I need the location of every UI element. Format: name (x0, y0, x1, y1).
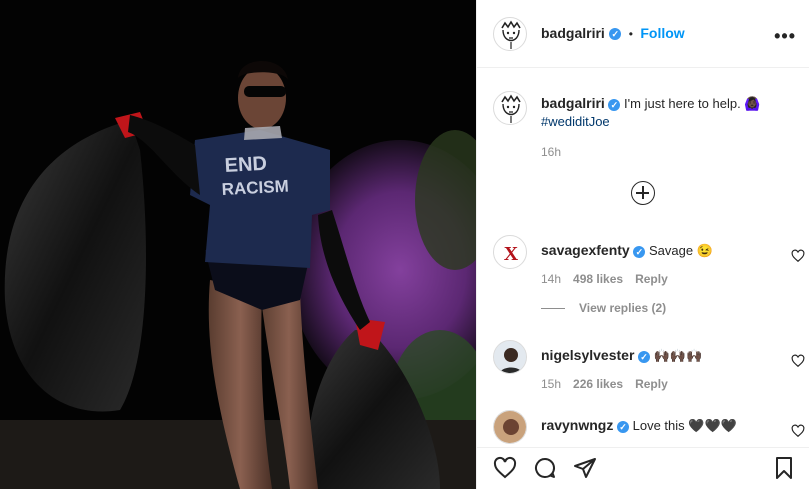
like-comment-heart-icon[interactable] (791, 354, 805, 368)
caption-avatar[interactable] (493, 91, 527, 125)
doodle-avatar-icon (501, 94, 521, 123)
comment-likes[interactable]: 226 likes (573, 377, 623, 391)
bookmark-icon[interactable] (772, 456, 796, 480)
caption-text: I'm just here to help. 🙆🏿‍♀️ (624, 96, 761, 111)
more-options-icon[interactable]: ••• (774, 26, 796, 47)
person-avatar-icon (494, 411, 526, 443)
avatar[interactable] (493, 17, 527, 51)
post-header: badgalriri ✓ • Follow ••• (477, 0, 809, 68)
caption-hashtag[interactable]: #wediditJoe (541, 114, 610, 129)
view-replies-button[interactable]: View replies (2) (541, 301, 666, 315)
reply-button[interactable]: Reply (635, 377, 668, 391)
shirt-text-2: RACISM (221, 177, 289, 199)
verified-badge-icon: ✓ (608, 98, 621, 111)
comment-likes[interactable]: 498 likes (573, 272, 623, 286)
comment-text: Love this 🖤🖤🖤 (632, 418, 737, 433)
comment-time: 15h (541, 377, 562, 391)
svg-text:X: X (504, 243, 519, 265)
follow-button[interactable]: Follow (640, 25, 684, 41)
comment-text: 🙌🏿🙌🏿🙌🏿 (653, 348, 703, 363)
header-username[interactable]: badgalriri (541, 25, 605, 41)
comment-icon[interactable] (533, 456, 557, 480)
comment-text: Savage 😉 (648, 243, 713, 258)
comment-avatar[interactable]: X (493, 235, 527, 269)
heart-icon[interactable] (493, 456, 517, 480)
post-panel: badgalriri ✓ • Follow ••• badgalriri ✓ I… (476, 0, 809, 489)
verified-badge-icon: ✓ (638, 350, 651, 363)
comments-list[interactable]: badgalriri ✓ I'm just here to help. 🙆🏿‍♀… (477, 69, 809, 447)
x-logo-icon: X (504, 243, 519, 265)
sunglasses (244, 86, 286, 97)
shirt (190, 130, 330, 268)
comment-username[interactable]: ravynwngz (541, 417, 613, 433)
like-comment-heart-icon[interactable] (791, 249, 805, 263)
comment-avatar[interactable] (493, 410, 527, 444)
verified-badge-icon: ✓ (609, 27, 622, 40)
caption-time: 16h (541, 145, 562, 159)
doodle-avatar-icon (501, 20, 521, 49)
load-more-comments-button[interactable] (631, 181, 655, 205)
caption-username[interactable]: badgalriri (541, 95, 605, 111)
like-comment-heart-icon[interactable] (791, 424, 805, 438)
verified-badge-icon: ✓ (616, 420, 629, 433)
comment-avatar[interactable] (493, 340, 527, 374)
share-icon[interactable] (573, 456, 597, 480)
head (238, 67, 286, 129)
post-image: END RACISM (0, 0, 476, 489)
person-avatar-icon (494, 341, 526, 373)
separator-dot: • (628, 27, 633, 41)
comment-username[interactable]: savagexfenty (541, 242, 630, 258)
comment-username[interactable]: nigelsylvester (541, 347, 634, 363)
comment-time: 14h (541, 272, 562, 286)
action-bar (477, 447, 809, 489)
post-photo[interactable]: END RACISM (0, 0, 476, 489)
reply-button[interactable]: Reply (635, 272, 668, 286)
verified-badge-icon: ✓ (633, 245, 646, 258)
shirt-text-1: END (224, 153, 267, 177)
